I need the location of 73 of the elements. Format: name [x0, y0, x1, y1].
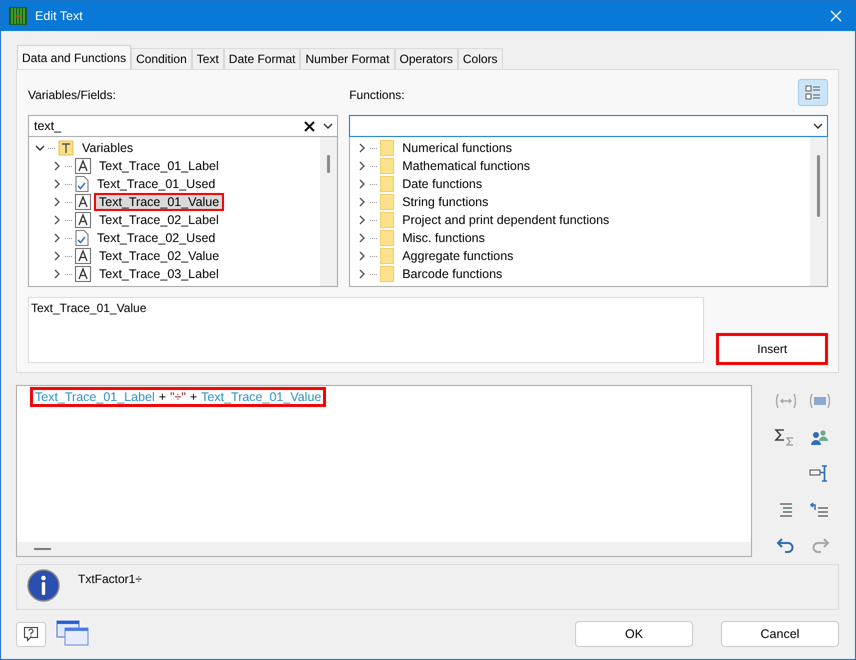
text-field-icon: [75, 266, 91, 282]
filter-field[interactable]: text_: [34, 119, 296, 133]
folder-icon: [380, 248, 394, 264]
expand-chevron-icon[interactable]: [358, 233, 368, 243]
tree-item[interactable]: Numerical functions: [397, 139, 517, 157]
close-icon: [829, 9, 843, 23]
tree-item[interactable]: Text_Trace_02_Label: [94, 211, 224, 229]
expand-chevron-icon[interactable]: [358, 215, 368, 225]
tree-item[interactable]: Text_Trace_03_Label: [94, 265, 224, 283]
help-button[interactable]: [16, 622, 46, 646]
tree-item[interactable]: Text_Trace_01_Used: [92, 175, 220, 193]
window-title: Edit Text: [35, 9, 84, 23]
folder-icon: [380, 266, 394, 282]
tab[interactable]: Condition: [131, 48, 192, 69]
checked-document-icon: [75, 230, 89, 246]
view-toggle-button[interactable]: [798, 79, 828, 106]
dropdown-chevron-icon[interactable]: [323, 122, 334, 130]
checked-document-icon: [75, 176, 89, 192]
text-field-icon: [75, 194, 91, 210]
collapse-chevron-icon[interactable]: [35, 144, 45, 152]
tab[interactable]: Text: [192, 48, 224, 69]
tree-item[interactable]: Mathematical functions: [397, 157, 536, 175]
tree-item[interactable]: Text_Trace_01_Value: [94, 193, 224, 211]
tab[interactable]: Colors: [458, 48, 503, 69]
folder-icon: [380, 158, 394, 174]
expand-chevron-icon[interactable]: [358, 179, 368, 189]
tab[interactable]: Operators: [394, 48, 458, 69]
text-field-icon: [75, 212, 91, 228]
folder-icon: [380, 176, 394, 192]
tree-item[interactable]: Text_Trace_01_Label: [94, 157, 224, 175]
tree-item[interactable]: Text_Trace_02_Used: [92, 229, 220, 247]
variables-label: Variables/Fields:: [28, 86, 116, 102]
tree-item[interactable]: Variables: [77, 139, 138, 157]
expression-editor[interactable]: Text_Trace_01_Label + "÷" + Text_Trace_01_Value: [16, 385, 752, 557]
expand-chevron-icon[interactable]: [358, 197, 368, 207]
expand-chevron-icon[interactable]: [358, 251, 368, 261]
tab[interactable]: Number Format: [300, 48, 394, 69]
expand-chevron-icon[interactable]: [358, 143, 368, 153]
folder-icon: [380, 140, 394, 156]
tree-item[interactable]: Aggregate functions: [397, 247, 518, 265]
folder-icon: [380, 194, 394, 210]
tab[interactable]: Data and Functions: [17, 45, 132, 69]
folder-icon: [380, 230, 394, 246]
windows-icon[interactable]: [56, 620, 90, 648]
tree-item[interactable]: Text_Trace_02_Value: [94, 247, 224, 265]
insert-button[interactable]: Insert: [716, 333, 828, 365]
dropdown-chevron-icon[interactable]: [813, 122, 823, 130]
info-text: TxtFactor1÷: [78, 571, 142, 588]
help-icon: [23, 626, 39, 642]
tree-item[interactable]: Barcode functions: [397, 265, 508, 283]
dialog-button[interactable]: OK: [575, 621, 693, 647]
text-field-icon: [75, 158, 91, 174]
list-view-icon: [805, 84, 821, 100]
expand-chevron-icon[interactable]: [358, 269, 368, 279]
folder-icon: [380, 212, 394, 228]
expand-chevron-icon[interactable]: [358, 161, 368, 171]
functions-label: Functions:: [349, 86, 405, 102]
insert-field-icon[interactable]: [808, 463, 830, 485]
info-icon: [27, 569, 60, 602]
dialog-button[interactable]: Cancel: [721, 621, 839, 647]
preview-text: Text_Trace_01_Value: [31, 301, 146, 315]
close-button[interactable]: [829, 9, 843, 23]
tab[interactable]: Date Format: [224, 48, 300, 69]
text-field-icon: [75, 248, 91, 264]
clear-icon[interactable]: [304, 120, 316, 132]
expression: Text_Trace_01_Label + "÷" + Text_Trace_01_Value: [30, 387, 326, 407]
tree-item[interactable]: Misc. functions: [397, 229, 490, 247]
filter-combo-box[interactable]: text_: [28, 115, 338, 137]
app-icon: [9, 7, 27, 25]
tree-item[interactable]: String functions: [397, 193, 494, 211]
text-type-icon: [58, 140, 74, 156]
tree-item[interactable]: Date functions: [397, 175, 488, 193]
tree-item[interactable]: Project and print dependent functions: [397, 211, 614, 229]
